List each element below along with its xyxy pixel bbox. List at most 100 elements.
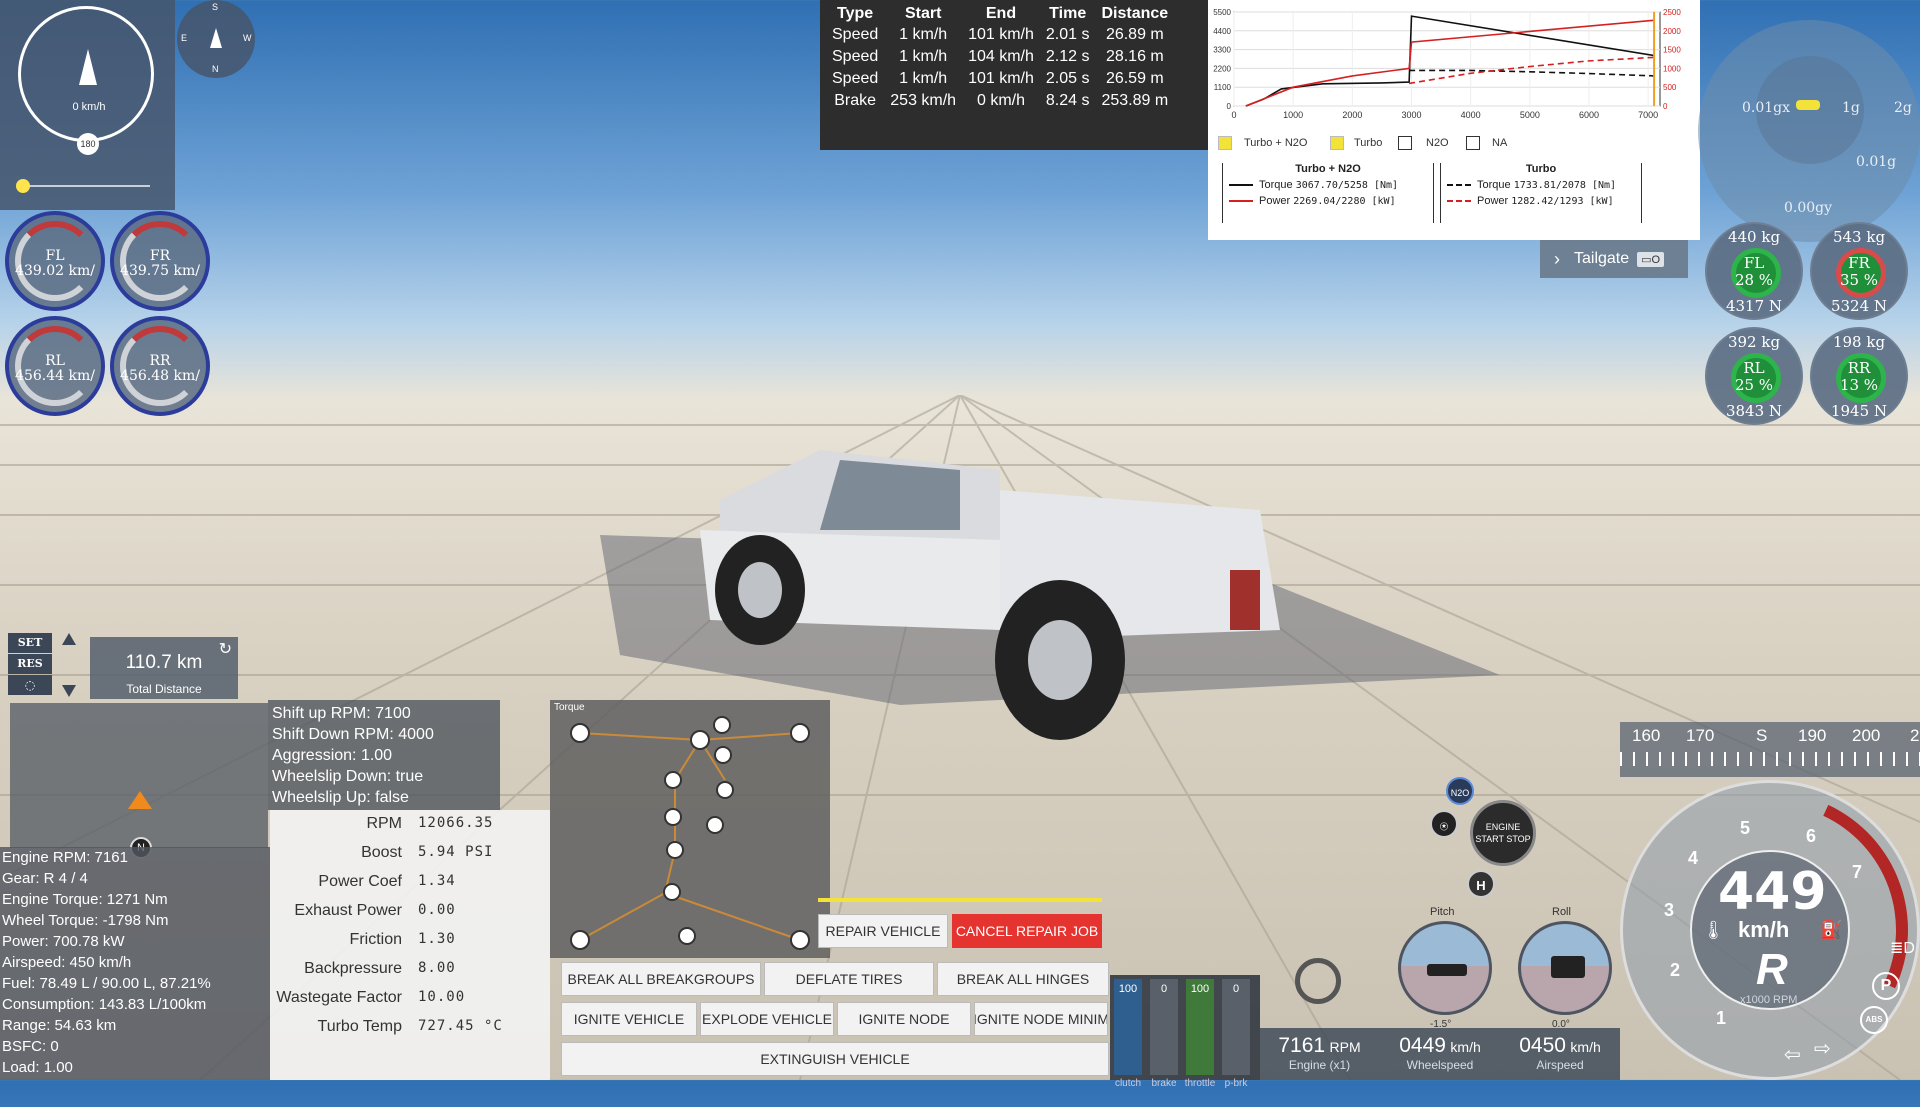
handbrake-button[interactable]: H	[1467, 870, 1495, 898]
player-arrow-icon	[128, 791, 152, 809]
compass-west: W	[243, 33, 252, 43]
wheel-load-force: 3843 N	[1725, 402, 1783, 420]
tach-number: 7	[1852, 862, 1863, 882]
steering-wheel-icon	[1295, 958, 1341, 1004]
wheel-load-gauge-fl: 440 kg FL 28 % 4317 N	[1705, 222, 1803, 320]
wheel-load-name: FR	[1848, 254, 1870, 272]
airspeed-caption: Airspeed	[1536, 1058, 1584, 1072]
n2o-button[interactable]: N2O	[1446, 777, 1474, 805]
input-value: 100	[1190, 983, 1210, 995]
explode-vehicle-button[interactable]: EXPLODE VEHICLE	[700, 1002, 834, 1036]
cancel-repair-button[interactable]: CANCEL REPAIR JOB	[952, 914, 1102, 948]
ignite-node-minimal-button[interactable]: IGNITE NODE MINIM	[974, 1002, 1108, 1036]
table-cell: 2.05 s	[1045, 70, 1090, 87]
legend-turbo: Turbo Torque 1733.81/2078 [Nm] Power 128…	[1440, 163, 1642, 223]
checkbox-turbo[interactable]	[1330, 136, 1344, 150]
tailgate-label: Tailgate	[1574, 250, 1630, 267]
param-value: 727.45 °C	[418, 1018, 503, 1034]
table-cell: 26.89 m	[1105, 26, 1164, 43]
column-header: End	[985, 5, 1017, 22]
speed-up-arrow-icon[interactable]	[62, 633, 76, 645]
legend-row: Torque 1733.81/2078 [Nm]	[1447, 179, 1641, 191]
speed-down-arrow-icon[interactable]	[62, 685, 76, 697]
minimap[interactable]: N	[10, 703, 268, 859]
wheel-load-name: FL	[1743, 254, 1765, 272]
wheel-load-percent: 25 %	[1734, 376, 1774, 394]
y-right-tick-label: 1500	[1663, 46, 1681, 55]
wheel-load-gauge-rl: 392 kg RL 25 % 3843 N	[1705, 327, 1803, 425]
reset-icon[interactable]: ↻	[219, 639, 232, 659]
g-meter-vehicle-icon	[1796, 100, 1820, 110]
cruise-off-icon[interactable]: ◌	[8, 675, 52, 695]
tailgate-control[interactable]: › Tailgate ▭O	[1540, 240, 1688, 278]
shift-info-panel: Shift up RPM: 7100 Shift Down RPM: 4000 …	[268, 700, 500, 810]
tach-number: 3	[1664, 900, 1675, 920]
tachometer: 1 2 3 4 5 6 7 449 km/h R x1000 RPM 🌡 ⛽ ≣…	[1593, 753, 1920, 1107]
param-value: 8.00	[418, 960, 456, 976]
cruise-resume-button[interactable]: RES	[8, 654, 52, 674]
checkbox-n2o[interactable]	[1398, 136, 1412, 150]
table-header-row: Type Start End Time Distance	[826, 4, 1174, 24]
break-all-hinges-button[interactable]: BREAK ALL HINGES	[937, 962, 1109, 996]
heading-tape: 160 170 S 190 200 2	[1620, 722, 1920, 777]
deflate-tires-button[interactable]: DEFLATE TIRES	[764, 962, 934, 996]
speed-limit-slider[interactable]	[20, 185, 150, 187]
extinguish-vehicle-button[interactable]: EXTINGUISH VEHICLE	[561, 1042, 1109, 1076]
legend-title: Turbo + N2O	[1295, 163, 1361, 175]
tach-gear: R	[1756, 945, 1788, 994]
abs-indicator: ABS	[1860, 1006, 1888, 1034]
wheelspeed-value: 0449	[1399, 1034, 1446, 1057]
pitch-vehicle-icon	[1427, 964, 1467, 976]
x-tick-label: 3000	[1401, 110, 1421, 120]
engine-info-line: Wheel Torque: -1798 Nm	[2, 912, 169, 929]
legend-title: Turbo	[1525, 163, 1557, 175]
table-cell: 2.01 s	[1045, 26, 1090, 43]
param-value: 1.34	[418, 873, 456, 889]
shifter-icon[interactable]: ⍟	[1430, 810, 1458, 838]
turbo-param-row: Wastegate Factor 10.00	[270, 989, 550, 1018]
y-left-tick-label: 2200	[1213, 64, 1231, 73]
turbo-param-row: Boost 5.94 PSI	[270, 844, 550, 873]
checkbox-label: NA	[1492, 137, 1508, 149]
wheelspeed-caption: Wheelspeed	[1406, 1058, 1474, 1072]
table-cell: Speed	[832, 26, 879, 43]
legend-line-icon	[1447, 200, 1471, 202]
engine-start-stop-button[interactable]: ENGINE START STOP	[1470, 800, 1536, 866]
tach-number: 5	[1740, 818, 1751, 838]
g-force-meter: 0.01gx 1g 2g 0.01g 0.00gy	[1698, 20, 1920, 242]
speedometer-panel: 0 km/h 180	[0, 0, 175, 210]
engine-rpm-caption: Engine (x1)	[1288, 1058, 1351, 1072]
wheel-speed-value: 456.44 km/	[15, 368, 95, 384]
cruise-set-button[interactable]: SET	[8, 633, 52, 653]
ignite-vehicle-button[interactable]: IGNITE VEHICLE	[561, 1002, 697, 1036]
series-line	[1409, 69, 1655, 77]
param-key: Power Coef	[318, 873, 402, 890]
wheel-load-mass: 198 kg	[1832, 333, 1886, 351]
drivetrain-diagram	[570, 716, 810, 950]
wheel-speed-label: RL 456.44 km/	[9, 354, 101, 384]
break-all-breakgroups-button[interactable]: BREAK ALL BREAKGROUPS	[561, 962, 761, 996]
column-header: Type	[837, 5, 874, 22]
table-cell: 1 km/h	[899, 70, 948, 87]
y-right-tick-label: 2000	[1663, 27, 1681, 36]
repair-vehicle-button[interactable]: REPAIR VEHICLE	[818, 914, 948, 948]
wheel-load-gauge-rr: 198 kg RR 13 % 1945 N	[1810, 327, 1908, 425]
legend-label: Power	[1259, 195, 1291, 207]
param-key: Friction	[349, 931, 402, 948]
checkbox-na[interactable]	[1466, 136, 1480, 150]
y-left-tick-label: 3300	[1213, 46, 1231, 55]
toggle-key-icon: ▭O	[1637, 251, 1665, 267]
clutch-bar: 100 clutch	[1114, 979, 1142, 1089]
pitch-label: Pitch	[1430, 906, 1455, 918]
table-cell: Speed	[832, 48, 879, 65]
checkbox-turbo-n2o[interactable]	[1218, 136, 1232, 150]
shift-info-line: Shift up RPM: 7100	[272, 705, 411, 722]
ignite-node-button[interactable]: IGNITE NODE	[837, 1002, 971, 1036]
wheel-name: FR	[149, 248, 171, 264]
speed-limit-slider-handle[interactable]	[16, 179, 30, 193]
wheel-speed-label: RR 456.48 km/	[114, 354, 206, 384]
engine-info-line: Engine RPM: 7161	[2, 849, 128, 866]
headlight-icon: ≣D	[1890, 940, 1915, 957]
heading-tick-marks	[1620, 752, 1920, 766]
wheel-name: FL	[45, 248, 65, 264]
